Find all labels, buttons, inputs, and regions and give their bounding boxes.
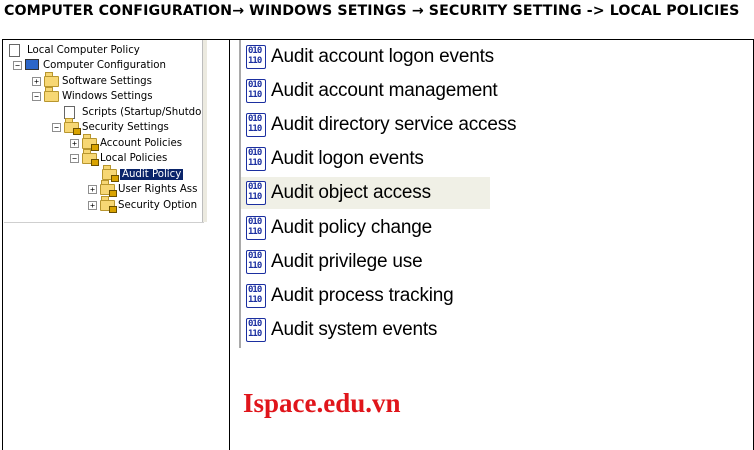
tree-item-local-computer-policy[interactable]: Local Computer Policy	[9, 43, 140, 58]
tree-item-scripts[interactable]: Scripts (Startup/Shutdo	[52, 105, 201, 120]
tree-item-label: Computer Configuration	[43, 60, 166, 71]
page-heading: COMPUTER CONFIGURATION→ WINDOWS SETINGS …	[0, 0, 754, 39]
list-item-label: Audit process tracking	[271, 285, 454, 306]
binary-setting-icon: 010 110	[246, 78, 268, 104]
table-border-middle	[229, 39, 230, 450]
list-item-label: Audit account management	[271, 80, 498, 101]
tree-item-computer-configuration[interactable]: − Computer Configuration	[13, 58, 166, 73]
binary-setting-icon: 010 110	[246, 146, 268, 172]
console-tree: Local Computer Policy − Computer Configu…	[4, 40, 204, 223]
list-item-label: Audit policy change	[271, 217, 432, 238]
collapse-icon[interactable]: −	[13, 61, 22, 70]
tree-item-local-policies[interactable]: − Local Policies	[70, 151, 167, 166]
folder-icon	[44, 90, 59, 103]
binary-setting-icon: 010 110	[246, 317, 268, 343]
security-icon	[64, 121, 81, 135]
locked-folder-icon	[100, 183, 117, 197]
collapse-icon[interactable]: −	[32, 92, 41, 101]
tree-item-label: Windows Settings	[62, 91, 153, 102]
tree-scroll-edge	[202, 40, 207, 222]
list-item-audit-logon-events[interactable]: 010 110 Audit logon events	[246, 143, 424, 175]
tree-item-windows-settings[interactable]: − Windows Settings	[32, 89, 153, 104]
list-item-label: Audit account logon events	[271, 46, 494, 67]
expand-icon[interactable]: +	[32, 77, 41, 86]
tree-item-label: Security Settings	[82, 122, 169, 133]
binary-setting-icon: 010 110	[246, 283, 268, 309]
tree-item-label: Audit Policy	[120, 169, 184, 180]
tree-item-user-rights[interactable]: + User Rights Ass	[88, 182, 197, 197]
list-item-label: Audit directory service access	[271, 114, 517, 135]
tree-item-label: Local Policies	[100, 153, 168, 164]
list-item-audit-account-logon-events[interactable]: 010 110 Audit account logon events	[246, 41, 494, 73]
tree-item-label: Local Computer Policy	[27, 45, 140, 56]
table-border-left	[2, 39, 3, 450]
list-item-audit-privilege-use[interactable]: 010 110 Audit privilege use	[246, 246, 423, 278]
list-item-label: Audit privilege use	[271, 251, 423, 272]
tree-item-label: Software Settings	[62, 76, 152, 87]
list-item-audit-account-management[interactable]: 010 110 Audit account management	[246, 75, 498, 107]
expand-icon[interactable]: +	[88, 185, 97, 194]
list-item-audit-process-tracking[interactable]: 010 110 Audit process tracking	[246, 280, 454, 312]
list-item-audit-directory-service-access[interactable]: 010 110 Audit directory service access	[246, 109, 517, 141]
tree-item-label: Security Option	[118, 200, 198, 211]
list-item-audit-object-access[interactable]: 010 110 Audit object access	[241, 177, 490, 209]
expand-icon[interactable]: +	[70, 139, 79, 148]
list-item-label: Audit system events	[271, 319, 438, 340]
policy-icon	[9, 44, 24, 57]
binary-setting-icon: 010 110	[246, 215, 268, 241]
tree-item-label: User Rights Ass	[118, 184, 198, 195]
binary-setting-icon: 010 110	[246, 180, 268, 206]
computer-icon	[25, 59, 40, 72]
watermark-text: Ispace.edu.vn	[243, 388, 401, 418]
locked-folder-icon	[100, 199, 117, 213]
collapse-icon[interactable]: −	[70, 154, 79, 163]
list-item-label: Audit logon events	[271, 148, 424, 169]
locked-folder-icon	[82, 152, 99, 166]
binary-setting-icon: 010 110	[246, 44, 268, 70]
expand-icon[interactable]: +	[88, 201, 97, 210]
tree-item-security-settings[interactable]: − Security Settings	[52, 120, 169, 135]
binary-setting-icon: 010 110	[246, 249, 268, 275]
binary-setting-icon: 010 110	[246, 112, 268, 138]
list-item-audit-policy-change[interactable]: 010 110 Audit policy change	[246, 212, 432, 244]
collapse-icon[interactable]: −	[52, 123, 61, 132]
tree-item-label: Scripts (Startup/Shutdo	[82, 107, 202, 118]
tree-item-label: Account Policies	[100, 138, 183, 149]
list-item-audit-system-events[interactable]: 010 110 Audit system events	[246, 314, 437, 346]
list-item-label: Audit object access	[271, 182, 431, 203]
tree-item-security-options[interactable]: + Security Option	[88, 198, 197, 213]
